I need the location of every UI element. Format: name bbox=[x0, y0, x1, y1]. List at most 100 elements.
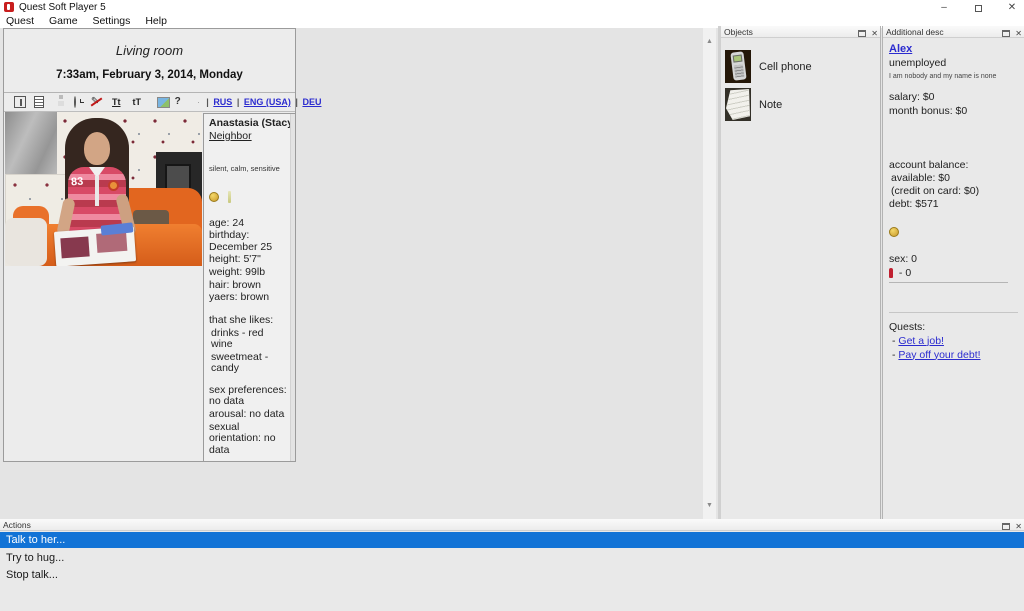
disable-edit-button[interactable] bbox=[89, 95, 103, 109]
character-preferences: sex preferences: no data arousal: no dat… bbox=[209, 385, 287, 456]
restore-icon bbox=[975, 5, 982, 12]
photo-magazine-page bbox=[96, 232, 127, 253]
stat-age: age: 24 bbox=[209, 218, 287, 230]
likes-drinks: drinks - red wine bbox=[209, 328, 287, 351]
title-bar: Quest Soft Player 5 – ✕ bbox=[0, 0, 1024, 15]
player-quote: I am nobody and my name is none bbox=[889, 71, 1018, 83]
quest-get-a-job-link[interactable]: Get a job! bbox=[898, 335, 944, 347]
player-month-bonus: month bonus: $0 bbox=[889, 106, 1018, 118]
window-title: Quest Soft Player 5 bbox=[19, 2, 106, 13]
close-panel-icon[interactable]: ✕ bbox=[871, 29, 878, 38]
lang-eng-link[interactable]: ENG (USA) bbox=[244, 97, 291, 107]
objects-panel-header: Objects ✕ bbox=[721, 26, 880, 38]
location-header: Living room 7:33am, February 3, 2014, Mo… bbox=[4, 29, 295, 93]
log-button[interactable] bbox=[27, 95, 41, 109]
character-role-link[interactable]: Neighbor bbox=[209, 131, 287, 143]
font-increase-button[interactable]: Tt bbox=[109, 95, 123, 109]
close-panel-icon[interactable]: ✕ bbox=[1015, 522, 1022, 531]
photo-woman-face bbox=[84, 132, 110, 165]
app-icon bbox=[4, 2, 14, 12]
account-available: available: $0 bbox=[889, 173, 1018, 185]
quest-dash: - bbox=[892, 349, 896, 361]
quest-pay-debt-link[interactable]: Pay off your debt! bbox=[898, 349, 980, 361]
game-datetime: 7:33am, February 3, 2014, Monday bbox=[4, 69, 295, 81]
pref-orientation: sexual orientation: no data bbox=[209, 422, 287, 457]
drink-icon bbox=[228, 191, 231, 203]
menu-quest[interactable]: Quest bbox=[0, 15, 40, 28]
theme-button[interactable] bbox=[150, 95, 164, 109]
actions-panel-title: Actions bbox=[3, 520, 31, 530]
actions-panel-header: Actions ✕ bbox=[0, 519, 1024, 531]
object-item-cellphone[interactable]: Cell phone bbox=[725, 50, 875, 90]
location-name: Living room bbox=[4, 43, 295, 58]
actions-list: Talk to her... Try to hug... Stop talk..… bbox=[0, 531, 1024, 611]
photo-magazine-page bbox=[60, 236, 89, 258]
restore-button[interactable] bbox=[962, 0, 994, 15]
main-text-scrollbar[interactable]: ▲ ▼ bbox=[703, 28, 716, 519]
time-button[interactable] bbox=[68, 95, 82, 109]
account-credit: (credit on card: $0) bbox=[889, 186, 1018, 198]
additional-desc-panel: Additional desc ✕ Alex unemployed I am n… bbox=[882, 26, 1024, 519]
pref-sex: sex preferences: no data bbox=[209, 385, 287, 408]
character-name: Anastasia (Stacy) bbox=[209, 118, 287, 130]
cellphone-keypad bbox=[734, 64, 744, 77]
arousal-value: - 0 bbox=[899, 267, 911, 279]
character-photo: 83 bbox=[5, 112, 202, 266]
float-panel-icon[interactable] bbox=[1002, 30, 1010, 37]
menu-settings[interactable]: Settings bbox=[86, 15, 136, 28]
stat-weight: weight: 99lb bbox=[209, 267, 287, 279]
font-decrease-button[interactable]: tT bbox=[130, 95, 144, 109]
menu-help[interactable]: Help bbox=[139, 15, 173, 28]
lang-rus-link[interactable]: RUS bbox=[213, 97, 232, 107]
menu-game[interactable]: Game bbox=[43, 15, 84, 28]
additional-panel-header: Additional desc ✕ bbox=[883, 26, 1024, 38]
photo-pillow bbox=[5, 218, 47, 266]
coin-row bbox=[889, 227, 1018, 239]
minimize-button[interactable]: – bbox=[928, 0, 960, 15]
character-info-panel: Anastasia (Stacy) Neighbor silent, calm,… bbox=[203, 113, 296, 462]
cellphone-screen bbox=[733, 55, 743, 63]
pref-arousal: arousal: no data bbox=[209, 409, 287, 421]
object-label[interactable]: Cell phone bbox=[759, 61, 812, 73]
scroll-down-icon[interactable]: ▼ bbox=[703, 499, 716, 512]
stat-birthday: birthday: December 25 bbox=[209, 230, 287, 253]
additional-panel-title: Additional desc bbox=[886, 27, 944, 37]
float-panel-icon[interactable] bbox=[1002, 523, 1010, 530]
panel-toggle-button[interactable] bbox=[7, 95, 21, 109]
lang-separator: | bbox=[295, 97, 298, 107]
character-panel-scrollbar[interactable] bbox=[290, 114, 295, 461]
list-icon bbox=[34, 96, 44, 108]
player-name-link[interactable]: Alex bbox=[889, 44, 1018, 56]
action-talk-to-her[interactable]: Talk to her... bbox=[0, 532, 1024, 548]
toolbar: Tt tT ? · | RUS | ENG (USA) | DEU bbox=[4, 93, 295, 112]
language-icon: · bbox=[197, 95, 200, 110]
close-button[interactable]: ✕ bbox=[996, 0, 1024, 15]
objects-panel: Objects ✕ Cell phone Note bbox=[721, 26, 881, 519]
float-panel-icon[interactable] bbox=[858, 30, 866, 37]
lang-deu-link[interactable]: DEU bbox=[302, 97, 321, 107]
language-switcher: · | RUS | ENG (USA) | DEU bbox=[197, 95, 321, 110]
likes-title: that she likes: bbox=[209, 315, 287, 327]
player-sex-line: sex: 0 bbox=[889, 254, 1018, 266]
stat-hair: hair: brown bbox=[209, 280, 287, 292]
cellphone-image bbox=[725, 50, 751, 83]
object-label[interactable]: Note bbox=[759, 99, 782, 111]
panel-toggle-icon bbox=[14, 96, 26, 108]
close-panel-icon[interactable]: ✕ bbox=[1015, 29, 1022, 38]
quest-item: - Pay off your debt! bbox=[889, 350, 1018, 362]
additional-panel-body: Alex unemployed I am nobody and my name … bbox=[883, 38, 1024, 361]
coin-icon bbox=[889, 227, 899, 237]
object-item-note[interactable]: Note bbox=[725, 88, 875, 128]
lang-separator: | bbox=[206, 97, 209, 107]
note-paper bbox=[726, 89, 750, 120]
arousal-icon bbox=[889, 268, 893, 278]
help-button[interactable]: ? bbox=[171, 95, 185, 109]
character-stats: age: 24 birthday: December 25 height: 5'… bbox=[209, 218, 287, 304]
action-try-to-hug[interactable]: Try to hug... bbox=[0, 550, 1024, 566]
photo-shirt-number: 83 bbox=[71, 176, 84, 189]
photo-shirt-patch bbox=[108, 180, 119, 191]
scroll-up-icon[interactable]: ▲ bbox=[703, 35, 716, 48]
save-button[interactable] bbox=[48, 95, 62, 109]
quest-item: - Get a job! bbox=[889, 336, 1018, 348]
action-stop-talk[interactable]: Stop talk... bbox=[0, 567, 1024, 583]
